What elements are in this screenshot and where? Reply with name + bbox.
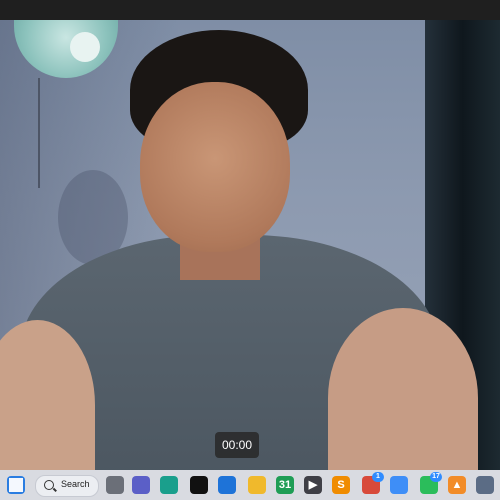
sublime-text-icon[interactable]: S [332,476,350,494]
calendar-icon[interactable]: 31 [276,476,294,494]
search-label: Search [61,479,90,489]
vlc-icon[interactable]: ▲ [448,476,466,494]
chrome-icon[interactable]: 1 [362,472,384,494]
fan-hub [70,32,100,62]
whatsapp-badge: 17 [430,472,442,482]
start-button[interactable] [7,476,25,494]
task-view-icon[interactable] [106,476,124,494]
media-player-icon[interactable]: ▶ [304,476,322,494]
recording-timer: 00:00 [215,432,259,458]
chrome-2-icon[interactable] [390,476,408,494]
edge-icon[interactable] [160,476,178,494]
capcut-icon[interactable] [190,476,208,494]
search-icon [44,480,54,490]
chrome-badge: 1 [372,472,384,482]
file-explorer-icon[interactable] [248,476,266,494]
taskbar: Search 31 ▶ S 1 17 ▲ [0,470,500,500]
calendar-label: 31 [278,479,292,491]
whatsapp-icon[interactable]: 17 [420,472,442,494]
teams-chat-icon[interactable] [132,476,150,494]
person-face [140,82,290,252]
search-box[interactable]: Search [35,475,99,497]
camera-icon[interactable] [476,476,494,494]
title-bar [0,0,500,20]
mail-icon[interactable] [218,476,236,494]
camera-feed [0,20,500,470]
fan-cord [38,78,40,188]
